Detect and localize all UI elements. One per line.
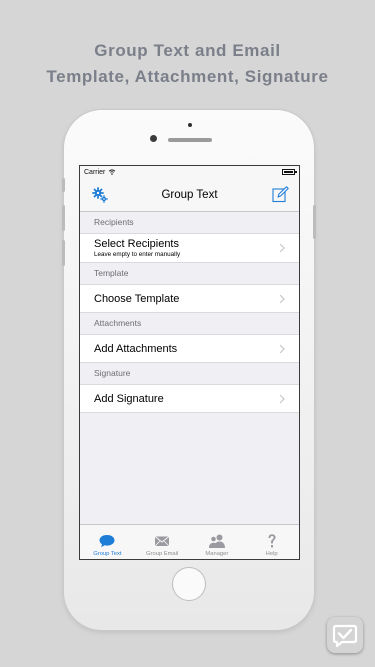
select-recipients-row[interactable]: Select Recipients Leave empty to enter m… <box>80 233 299 263</box>
volume-up-button <box>62 205 65 231</box>
chevron-right-icon <box>279 243 285 253</box>
earpiece-speaker <box>168 138 212 142</box>
chevron-right-icon <box>279 294 285 303</box>
navigation-bar: Group Text <box>80 179 299 212</box>
settings-table: Recipients Select Recipients Leave empty… <box>80 212 299 413</box>
battery-icon <box>282 169 297 175</box>
front-camera <box>188 123 192 127</box>
row-label: Choose Template <box>94 293 180 305</box>
carrier-label: Carrier <box>84 169 106 176</box>
app-logo <box>327 617 363 653</box>
choose-template-row[interactable]: Choose Template <box>80 284 299 313</box>
section-header-template: Template <box>94 268 129 278</box>
section-header-signature: Signature <box>94 368 131 378</box>
add-attachments-row[interactable]: Add Attachments <box>80 334 299 363</box>
volume-down-button <box>62 240 65 266</box>
section-header-attachments: Attachments <box>94 318 142 328</box>
tab-label: Group Email <box>146 551 179 557</box>
question-icon <box>268 534 276 548</box>
row-label: Add Signature <box>94 393 164 405</box>
tab-label: Group Text <box>93 551 122 557</box>
page-title: Group Text <box>161 189 218 201</box>
checkmark-bubble-icon <box>332 624 358 648</box>
row-label: Add Attachments <box>94 343 178 355</box>
row-label: Select Recipients <box>94 238 179 250</box>
tab-label: Help <box>265 551 278 557</box>
promo-headline: Group Text and Email Template, Attachmen… <box>0 38 375 90</box>
add-signature-row[interactable]: Add Signature <box>80 384 299 413</box>
tab-group-text[interactable]: Group Text <box>80 525 135 559</box>
promo-headline-line2: Template, Attachment, Signature <box>46 67 329 86</box>
power-button <box>313 205 316 239</box>
status-bar: Carrier <box>80 166 299 179</box>
envelope-icon <box>154 536 170 547</box>
promo-headline-line1: Group Text and Email <box>94 41 281 60</box>
row-sublabel: Leave empty to enter manually <box>94 251 181 258</box>
tab-bar: Group Text Group Email Manager Help <box>80 524 299 559</box>
wifi-icon <box>108 168 116 177</box>
silent-switch <box>62 178 65 192</box>
people-icon <box>208 534 225 548</box>
tab-label: Manager <box>205 551 229 557</box>
home-button[interactable] <box>172 567 206 601</box>
compose-icon[interactable] <box>272 186 289 203</box>
tab-group-email[interactable]: Group Email <box>135 525 190 559</box>
tab-help[interactable]: Help <box>244 525 299 559</box>
proximity-sensor <box>150 135 157 142</box>
tab-manager[interactable]: Manager <box>190 525 245 559</box>
section-header-recipients: Recipients <box>94 217 134 227</box>
chat-bubble-icon <box>99 535 115 548</box>
gear-icon[interactable] <box>92 187 108 203</box>
phone-screen: Carrier Group Text Recipients Select Rec… <box>79 165 300 560</box>
chevron-right-icon <box>279 394 285 403</box>
chevron-right-icon <box>279 344 285 353</box>
